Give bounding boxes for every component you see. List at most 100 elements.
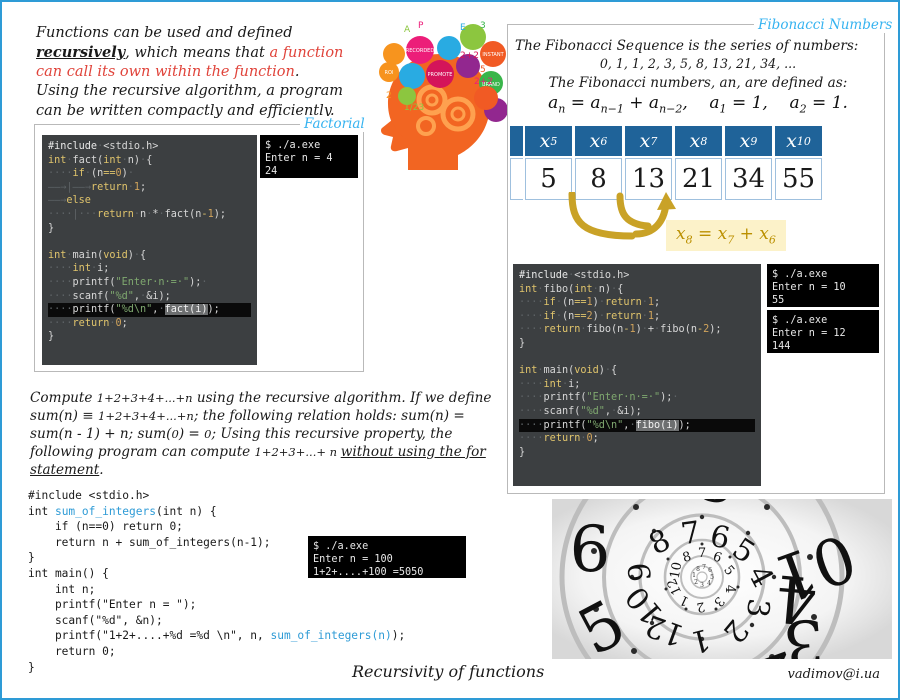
fibonacci-definition-line: The Fibonacci numbers, an, are defined a…: [548, 75, 848, 91]
fibonacci-recurrence-formula: an = an−1 + an−2, a1 = 1, a2 = 1.: [548, 93, 848, 116]
fibonacci-index-sub: 8: [700, 134, 708, 148]
svg-text:4: 4: [722, 585, 737, 593]
fibonacci-index-sub: 10: [796, 134, 811, 148]
brain-idea-graphic: RECORDED PROMOTE INSTANT ROI BRAND A P E…: [360, 10, 515, 175]
sum-line-4b: (n-1);: [230, 535, 271, 549]
intro-emphasis-recursively: recursively: [36, 44, 126, 62]
sum-line-2-fn: sum_of_integers: [54, 504, 156, 518]
svg-text:5: 5: [480, 65, 486, 75]
compute-text-a: Compute: [30, 390, 97, 406]
sum-line-6: int main() {: [28, 566, 109, 580]
svg-text:INSTANT: INSTANT: [482, 52, 504, 58]
fibonacci-formula-callout: x8 = x7 + x6: [666, 220, 786, 252]
fibonacci-index-header: x9: [725, 126, 772, 156]
sum-program-terminal: $ ./a.exe Enter n = 100 1+2+....+100 =50…: [308, 536, 466, 578]
sum-line-10b: );: [391, 629, 406, 643]
sum-line-4a: return n +: [28, 535, 130, 549]
sum-line-2a: int: [28, 504, 55, 518]
compute-text-j: 1+2+3+...+ n: [254, 444, 341, 459]
intro-text-part1: Functions can be used and defined: [36, 25, 293, 41]
intro-text-part2: , which means that: [125, 45, 270, 62]
svg-text:4: 4: [707, 580, 711, 587]
sum-line-12: }: [28, 660, 35, 674]
sum-line-3: if (n==0) return 0;: [28, 520, 183, 534]
fibonacci-index-header: x 10: [775, 126, 822, 156]
fibonacci-index-header: x7: [625, 126, 672, 156]
factorial-terminal: $ ./a.exe Enter n = 4 24: [260, 135, 358, 178]
factorial-group-label: Factorial: [300, 116, 369, 132]
slide-footer-email: vadimov@i.ua: [787, 667, 881, 682]
svg-text:PROMOTE: PROMOTE: [428, 72, 453, 78]
sum-line-8: printf("Enter n = ");: [28, 598, 197, 612]
fibonacci-intro-line: The Fibonacci Sequence is the series of …: [515, 38, 859, 54]
svg-text:RECORDED: RECORDED: [406, 48, 435, 54]
fibonacci-terminal-n10: $ ./a.exe Enter n = 10 55: [767, 264, 879, 307]
svg-text:2: 2: [386, 91, 392, 101]
svg-text:3: 3: [480, 21, 486, 31]
sum-line-9: scanf("%d", &n);: [28, 613, 163, 627]
svg-text:2: 2: [694, 579, 698, 586]
compute-paragraph: Compute 1+2+3+4+...+n using the recursiv…: [30, 390, 510, 480]
sum-line-10-fn: sum_of_integers(n): [270, 629, 392, 643]
svg-text:9: 9: [622, 561, 659, 584]
svg-text:8: 8: [696, 566, 700, 573]
fibonacci-column: x 10 55: [775, 126, 822, 200]
svg-text:P: P: [418, 21, 424, 31]
fibonacci-column: x5 5: [525, 126, 572, 200]
svg-text:1: 1: [692, 572, 696, 579]
compute-text-g: ) =: [178, 425, 205, 442]
svg-text:6: 6: [570, 513, 611, 587]
fibonacci-index-header: x6: [575, 126, 622, 156]
svg-text:2+2: 2+2: [460, 51, 479, 61]
svg-text:6: 6: [708, 567, 712, 574]
sum-line-10a: printf("1+2+....+%d =%d \n", n,: [28, 629, 271, 643]
compute-text-b: 1+2+3+4+...+n: [96, 391, 193, 405]
svg-text:4: 4: [773, 559, 820, 636]
sum-line-2b: (int n) {: [156, 504, 217, 518]
fibonacci-group-label: Fibonacci Numbers: [754, 17, 897, 33]
fibonacci-table-stub-header: [510, 126, 523, 156]
fibonacci-column: x8 21: [675, 126, 722, 200]
fibonacci-code-block: #include·<stdio.h> int·fibo(int·n)·{ ···…: [513, 264, 761, 486]
fibonacci-index-header: x5: [525, 126, 572, 156]
factorial-code-block: #include·<stdio.h> int·fact(int·n)·{ ···…: [42, 135, 257, 365]
slide-footer-title: Recursivity of functions: [352, 662, 545, 681]
fibonacci-value-cell: 55: [775, 158, 822, 200]
fibonacci-column: x7 13: [625, 126, 672, 200]
fibonacci-index-sub: 9: [750, 134, 758, 148]
fibonacci-terminal-n12: $ ./a.exe Enter n = 12 144: [767, 310, 879, 353]
fibonacci-index-sub: 5: [550, 134, 558, 148]
svg-text:7: 7: [698, 546, 706, 561]
sum-line-5: }: [28, 551, 35, 565]
recursive-clock-image: 6 5 01 3 4 2 8 8 7 6 5 4 3 2 1 12 10 9: [552, 499, 892, 659]
fibonacci-value-cell: 5: [525, 158, 572, 200]
sum-program-code-block: #include <stdio.h> int sum_of_integers(i…: [28, 488, 498, 675]
svg-text:A: A: [404, 25, 411, 35]
svg-text:1/23: 1/23: [404, 103, 424, 113]
svg-text:3: 3: [700, 582, 704, 589]
fibonacci-table: x5 5 x6 8 x7 13 x8 21 x9 34 x 10 55: [525, 126, 822, 200]
compute-text-d: 1+2+3+4+...+n: [98, 408, 194, 423]
sum-line-11: return 0;: [28, 644, 116, 658]
sum-line-1: #include <stdio.h>: [28, 489, 150, 502]
fibonacci-index-sub: 7: [650, 134, 658, 148]
svg-text:10: 10: [668, 561, 686, 580]
fibonacci-value-cell: 21: [675, 158, 722, 200]
compute-text-f: 0: [171, 426, 179, 441]
svg-text:3: 3: [739, 597, 776, 620]
svg-text:7: 7: [702, 564, 706, 571]
fibonacci-column: x9 34: [725, 126, 772, 200]
svg-text:ROI: ROI: [385, 70, 394, 76]
intro-paragraph: Functions can be used and defined recurs…: [36, 24, 344, 121]
fibonacci-index-sub: 6: [600, 134, 608, 148]
sum-line-7: int n;: [28, 582, 96, 596]
svg-text:2+2: 2+2: [474, 77, 493, 87]
slide-canvas: Functions can be used and defined recurs…: [0, 0, 900, 700]
fibonacci-index-header: x8: [675, 126, 722, 156]
sum-line-4-fn: sum_of_integers: [129, 535, 231, 549]
svg-text:E: E: [460, 23, 466, 33]
fibonacci-value-cell: 13: [625, 158, 672, 200]
compute-text-k: .: [99, 461, 104, 478]
fibonacci-column: x6 8: [575, 126, 622, 200]
fibonacci-value-cell: 8: [575, 158, 622, 200]
